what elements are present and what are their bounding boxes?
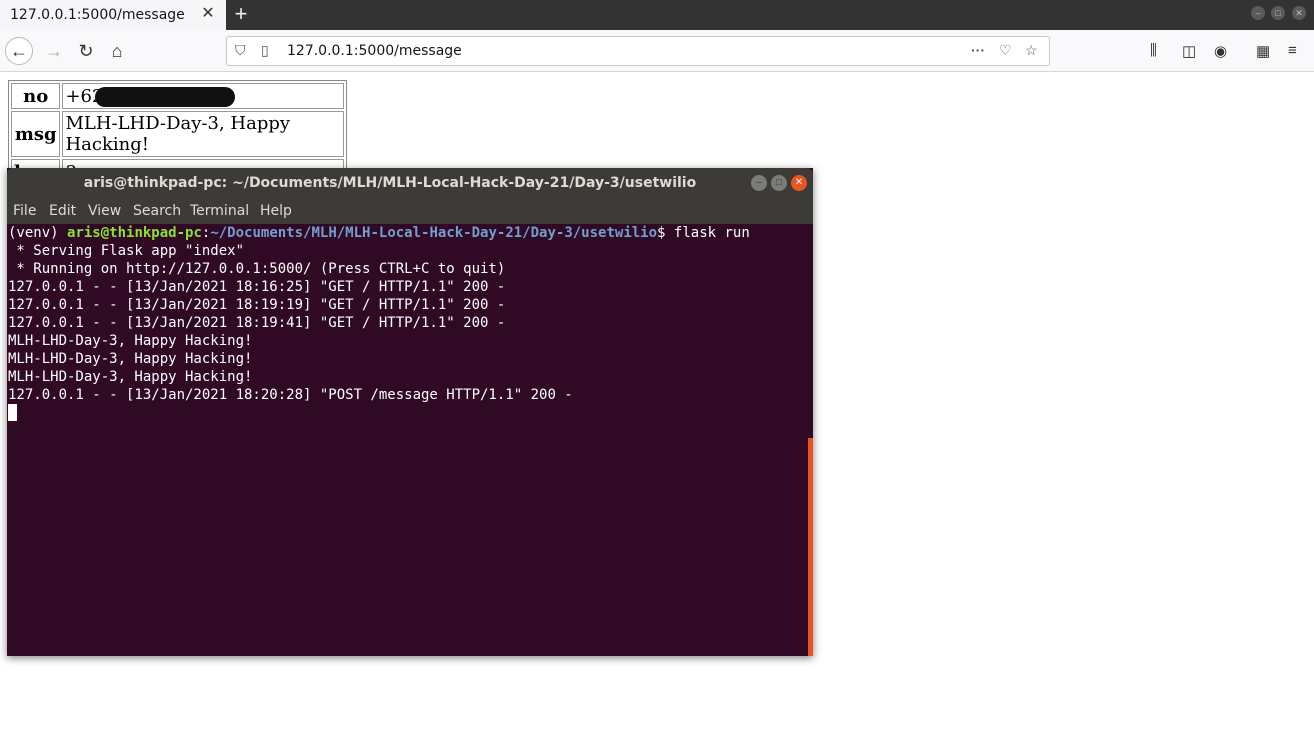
library-icon[interactable]: ⫼ (1150, 42, 1157, 59)
output-line: 127.0.0.1 - - [13/Jan/2021 18:19:19] "GE… (8, 297, 506, 313)
new-tab-button[interactable]: + (230, 3, 252, 25)
forward-icon[interactable]: → (40, 37, 68, 65)
table-row: msg MLH-LHD-Day-3, Happy Hacking! (11, 111, 345, 157)
browser-tab[interactable]: 127.0.0.1:5000/message ✕ (0, 0, 226, 30)
menu-view[interactable]: View (88, 203, 121, 219)
menu-edit[interactable]: Edit (49, 203, 76, 219)
back-icon[interactable]: ← (5, 37, 33, 65)
menu-icon[interactable]: ≡ (1288, 42, 1297, 59)
sidebar-icon[interactable]: ◫ (1182, 42, 1196, 60)
minimize-icon[interactable]: – (751, 175, 767, 191)
pocket-icon[interactable]: ♡ (999, 42, 1012, 59)
output-line: MLH-LHD-Day-3, Happy Hacking! (8, 333, 253, 349)
url-text[interactable]: 127.0.0.1:5000/message (287, 43, 462, 59)
extensions-icon[interactable]: ▦ (1256, 42, 1270, 60)
menu-file[interactable]: File (13, 203, 36, 219)
prompt-path: ~/Documents/MLH/MLH-Local-Hack-Day-21/Da… (210, 225, 658, 241)
prompt-user: aris@thinkpad-pc (67, 225, 202, 241)
close-window-icon[interactable]: ✕ (1292, 6, 1306, 20)
output-line: * Serving Flask app "index" (8, 243, 245, 259)
row-value-msg: MLH-LHD-Day-3, Happy Hacking! (62, 111, 345, 157)
page-icon[interactable]: ▯ (261, 42, 269, 59)
output-line: MLH-LHD-Day-3, Happy Hacking! (8, 369, 253, 385)
shield-icon[interactable]: ⛉ (235, 42, 246, 59)
maximize-icon[interactable]: □ (1271, 6, 1285, 20)
menu-terminal[interactable]: Terminal (190, 203, 249, 219)
text-cursor (8, 404, 17, 421)
output-line: MLH-LHD-Day-3, Happy Hacking! (8, 351, 253, 367)
output-line: 127.0.0.1 - - [13/Jan/2021 18:20:28] "PO… (8, 387, 573, 403)
reload-icon[interactable]: ↻ (72, 37, 100, 65)
row-key-no: no (11, 83, 61, 109)
more-icon[interactable]: ··· (971, 42, 985, 58)
terminal-scrollbar[interactable] (808, 438, 813, 656)
cursor-line (8, 404, 808, 422)
home-icon[interactable]: ⌂ (103, 37, 131, 65)
close-icon[interactable]: ✕ (791, 175, 807, 191)
row-value-no: +62 (62, 83, 345, 109)
terminal-titlebar[interactable]: aris@thinkpad-pc: ~/Documents/MLH/MLH-Lo… (7, 168, 813, 198)
redaction-mark (95, 86, 236, 107)
tab-title: 127.0.0.1:5000/message (10, 7, 185, 23)
menu-help[interactable]: Help (260, 203, 292, 219)
output-line: 127.0.0.1 - - [13/Jan/2021 18:19:41] "GE… (8, 315, 506, 331)
terminal-title: aris@thinkpad-pc: ~/Documents/MLH/MLH-Lo… (83, 175, 697, 191)
close-tab-icon[interactable]: ✕ (198, 4, 218, 24)
star-icon[interactable]: ☆ (1025, 42, 1038, 59)
minimize-icon[interactable]: – (1251, 6, 1265, 20)
account-icon[interactable]: ◉ (1214, 42, 1227, 60)
maximize-icon[interactable]: □ (771, 175, 787, 191)
menu-search[interactable]: Search (133, 203, 181, 219)
prompt-command: $ flask run (657, 225, 750, 241)
terminal-menubar: File Edit View Search Terminal Help (7, 198, 813, 224)
row-key-msg: msg (11, 111, 61, 157)
terminal-window[interactable]: aris@thinkpad-pc: ~/Documents/MLH/MLH-Lo… (7, 168, 813, 656)
url-bar[interactable]: ⛉ ▯ 127.0.0.1:5000/message ··· ♡ ☆ (226, 36, 1050, 66)
terminal-output[interactable]: (venv) aris@thinkpad-pc:~/Documents/MLH/… (8, 224, 808, 422)
nav-bar: ← → ↻ ⌂ ⛉ ▯ 127.0.0.1:5000/message ··· ♡… (0, 30, 1314, 72)
output-line: 127.0.0.1 - - [13/Jan/2021 18:16:25] "GE… (8, 279, 506, 295)
tab-strip: 127.0.0.1:5000/message ✕ + – □ ✕ (0, 0, 1314, 30)
output-line: * Running on http://127.0.0.1:5000/ (Pre… (8, 261, 506, 277)
prompt-venv: (venv) (8, 225, 68, 241)
prompt-line: (venv) aris@thinkpad-pc:~/Documents/MLH/… (8, 224, 808, 242)
table-row: no +62 (11, 83, 345, 109)
